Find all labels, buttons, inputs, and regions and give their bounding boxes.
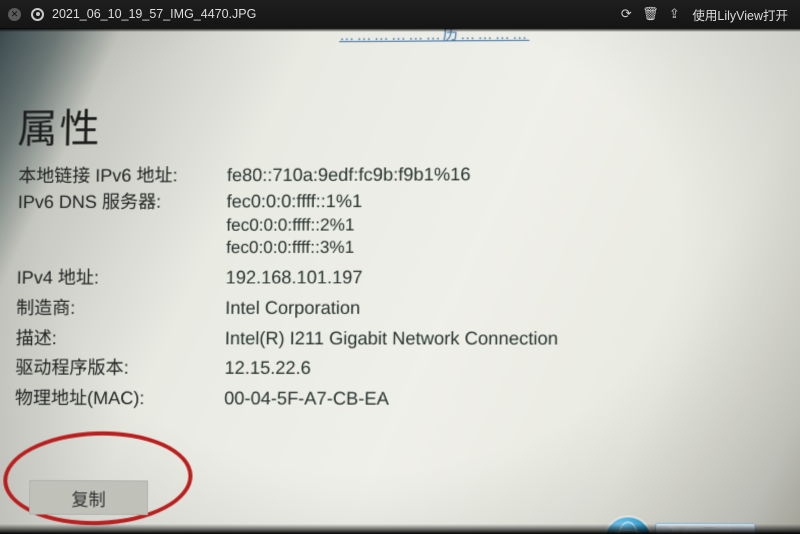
property-value: Intel Corporation xyxy=(225,298,770,318)
property-value: fec0:0:0:ffff::3%1 xyxy=(226,238,770,258)
property-label: IPv4 地址: xyxy=(17,268,226,288)
property-value: fe80::710a:9edf:fc9b:f9b1%16 xyxy=(227,164,771,186)
window-titlebar: ✕ 2021_06_10_19_57_IMG_4470.JPG ⟳ 🗑 ⇪ 使用… xyxy=(0,0,800,28)
property-label: IPv6 DNS 服务器: xyxy=(18,192,227,213)
page-title: 属性 xyxy=(17,96,102,155)
property-row: 描述: Intel(R) I211 Gigabit Network Connec… xyxy=(16,329,770,350)
property-row: 驱动程序版本: 12.15.22.6 xyxy=(15,359,770,380)
property-row: IPv6 DNS 服务器: fec0:0:0:ffff::1%1 xyxy=(18,190,771,212)
image-viewport: ………………历………… 属性 本地链接 IPv6 地址: fe80::710a:… xyxy=(0,28,800,534)
disc-icon xyxy=(31,8,44,21)
property-label: 制造商: xyxy=(16,298,225,318)
property-label: 本地链接 IPv6 地址: xyxy=(18,166,227,187)
close-icon[interactable]: ✕ xyxy=(8,8,21,21)
property-value: 12.15.22.6 xyxy=(224,359,769,380)
property-row: fec0:0:0:ffff::2%1 xyxy=(17,215,770,236)
property-row: IPv4 地址: 192.168.101.197 xyxy=(17,267,771,288)
property-value: 192.168.101.197 xyxy=(226,267,771,288)
property-label: 驱动程序版本: xyxy=(15,359,224,379)
property-value: 00-04-5F-A7-CB-EA xyxy=(224,389,770,410)
photo-surface: ………………历………… 属性 本地链接 IPv6 地址: fe80::710a:… xyxy=(0,28,800,534)
property-value: fec0:0:0:ffff::2%1 xyxy=(226,215,770,235)
rotate-icon[interactable]: ⟳ xyxy=(614,6,638,22)
properties-list: 本地链接 IPv6 地址: fe80::710a:9edf:fc9b:f9b1%… xyxy=(15,164,771,417)
property-row: 物理地址(MAC): 00-04-5F-A7-CB-EA xyxy=(15,389,770,411)
property-row: 制造商: Intel Corporation xyxy=(16,298,770,318)
property-label: 描述: xyxy=(16,329,225,349)
property-value: fec0:0:0:ffff::1%1 xyxy=(226,190,770,212)
trash-icon[interactable]: 🗑 xyxy=(638,6,662,22)
property-row: 本地链接 IPv6 地址: fe80::710a:9edf:fc9b:f9b1%… xyxy=(18,164,771,187)
property-label: 物理地址(MAC): xyxy=(15,389,225,410)
share-icon[interactable]: ⇪ xyxy=(662,6,686,22)
property-value: Intel(R) I211 Gigabit Network Connection xyxy=(225,329,770,349)
copy-button[interactable]: 复制 xyxy=(29,480,148,515)
window-title: 2021_06_10_19_57_IMG_4470.JPG xyxy=(52,7,256,21)
open-with-button[interactable]: 使用LilyView打开 xyxy=(692,5,788,24)
property-row: fec0:0:0:ffff::3%1 xyxy=(17,238,770,258)
